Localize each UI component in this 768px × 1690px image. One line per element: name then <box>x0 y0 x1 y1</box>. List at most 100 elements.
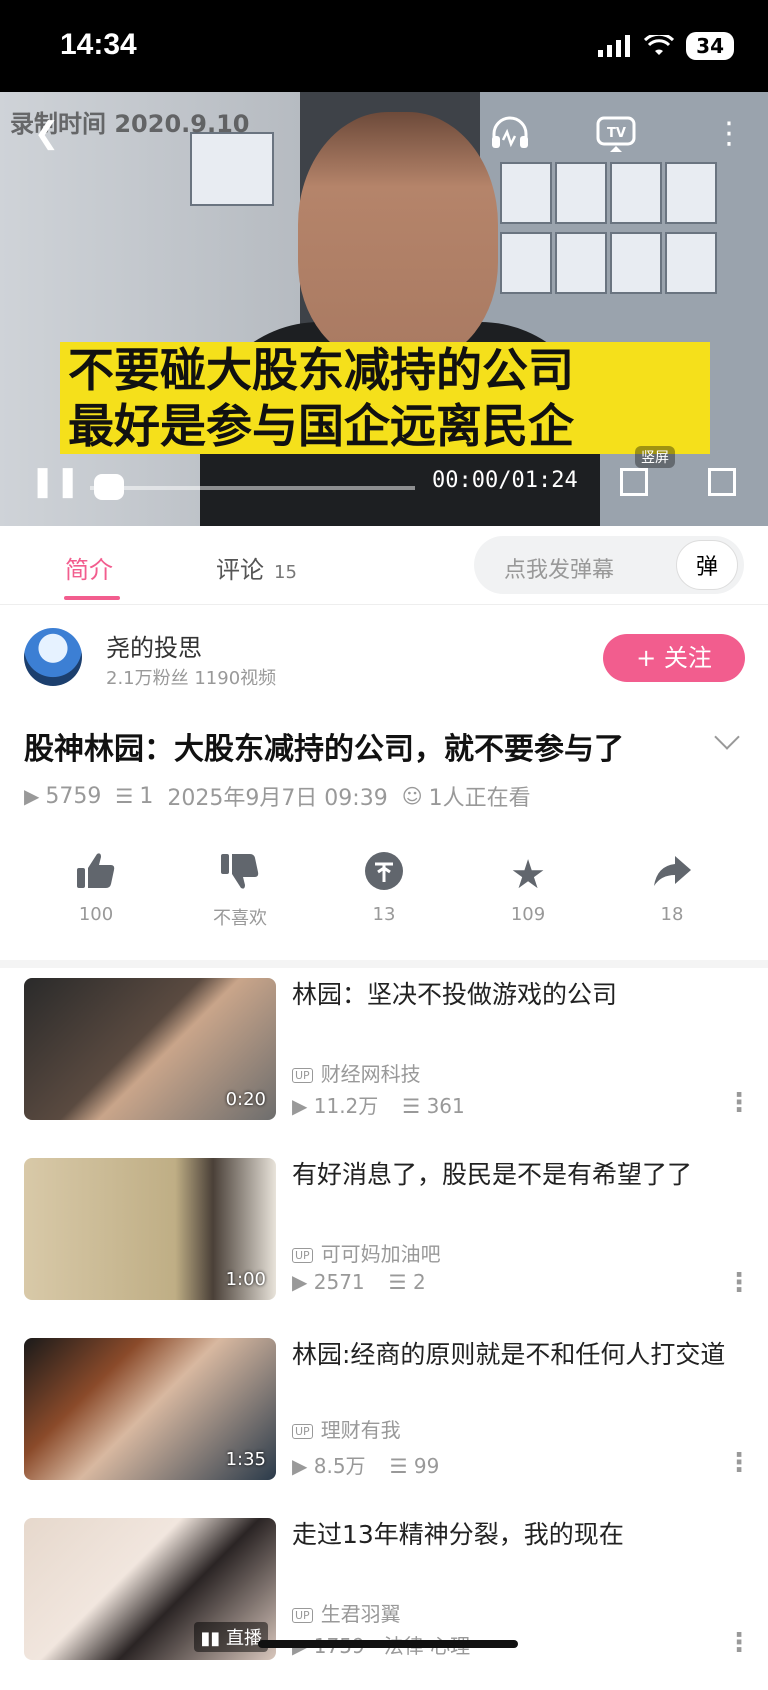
like-button[interactable]: 100 <box>46 850 146 925</box>
rec-stats: ▶ 8.5万 ☰ 99 <box>292 1450 439 1479</box>
tab-intro[interactable]: 简介 <box>65 550 113 585</box>
video-controls: ❚❚ 00:00/01:24 竖屏 <box>0 446 768 526</box>
danmaku-count-icon: ☰ <box>115 784 134 808</box>
play-count-icon: ▶ <box>292 1094 314 1118</box>
wall-photo <box>190 132 274 206</box>
rec-uploader-name: 生君羽翼 <box>320 1602 401 1626</box>
live-badge: ▮▮ 直播 <box>194 1622 268 1652</box>
time-readout: 00:00/01:24 <box>432 468 578 493</box>
rec-uploader-name: 理财有我 <box>320 1418 401 1442</box>
rec-uploader[interactable]: UP 财经网科技 <box>292 1058 421 1087</box>
signal-icon <box>598 35 631 57</box>
danmaku-toggle-button[interactable]: 弹 <box>676 540 738 590</box>
wall-certificate <box>665 162 717 224</box>
video-thumbnail[interactable]: 1:35 <box>24 1338 276 1480</box>
video-thumbnail[interactable]: 1:00 <box>24 1158 276 1300</box>
favorite-button[interactable]: ★ 109 <box>478 850 578 925</box>
wifi-icon <box>644 35 675 55</box>
list-item[interactable]: ▮▮ 直播 走过13年精神分裂，我的现在 UP生君羽翼 ▶ 1759 · 法律·… <box>0 1510 768 1690</box>
rec-stats: ▶ 11.2万 ☰ 361 <box>292 1090 465 1119</box>
chevron-down-icon[interactable] <box>714 724 740 750</box>
danmaku-count-icon: ☰ <box>388 1270 413 1294</box>
list-item[interactable]: 1:00 有好消息了，股民是不是有希望了了 UP 可可妈加油吧 ▶ 2571 ☰ 2… <box>0 1150 768 1330</box>
back-icon[interactable]: ❮ <box>34 116 59 151</box>
rec-danmaku: 99 <box>413 1454 440 1478</box>
progress-knob[interactable] <box>94 474 124 500</box>
uploader-row: 尧的投思 2.1万粉丝 1190视频 + 关注 <box>0 610 768 710</box>
more-vertical-icon[interactable]: ⋮ <box>726 1088 752 1118</box>
action-bar: 100 不喜欢 13 ★ 109 18 <box>0 840 768 968</box>
battery-indicator: 34 <box>686 32 734 60</box>
more-vertical-icon[interactable]: ⋮ <box>726 1628 752 1658</box>
up-tag: UP <box>292 1068 313 1083</box>
video-thumbnail[interactable]: ▮▮ 直播 <box>24 1518 276 1660</box>
view-count: 5759 <box>45 783 102 809</box>
rec-title[interactable]: 林园：坚决不投做游戏的公司 <box>292 978 732 1012</box>
list-item[interactable]: 0:20 林园：坚决不投做游戏的公司 UP 财经网科技 ▶ 11.2万 ☰ 361 … <box>0 970 768 1150</box>
vertical-screen-icon[interactable] <box>620 468 648 496</box>
more-vertical-icon[interactable]: ⋮ <box>714 116 744 151</box>
coin-button[interactable]: 13 <box>334 850 434 925</box>
play-count-icon: ▶ <box>292 1270 314 1294</box>
wall-certificate <box>500 162 552 224</box>
video-player[interactable]: 录制时间 2020.9.10 ❮ TV ⋮ 不要碰大股东减持的公司 最好是参与国… <box>0 92 768 526</box>
follow-button[interactable]: + 关注 <box>603 634 745 682</box>
like-count: 100 <box>78 904 114 925</box>
vertical-screen-label: 竖屏 <box>635 446 675 468</box>
pause-icon[interactable]: ❚❚ <box>30 464 80 499</box>
comment-count: 15 <box>274 562 297 583</box>
rec-title[interactable]: 有好消息了，股民是不是有希望了了 <box>292 1158 732 1192</box>
tab-bar: 简介 评论 15 点我发弹幕 弹 <box>0 526 768 605</box>
wall-certificate <box>555 232 607 294</box>
svg-text:TV: TV <box>607 126 626 141</box>
rec-uploader[interactable]: UP 生君羽翼 <box>292 1598 401 1627</box>
rec-title[interactable]: 走过13年精神分裂，我的现在 <box>292 1518 732 1552</box>
status-time: 14:34 <box>60 28 137 61</box>
share-button[interactable]: 18 <box>622 850 722 925</box>
video-duration: 0:20 <box>225 1089 266 1110</box>
wall-certificate <box>555 162 607 224</box>
avatar[interactable] <box>24 628 82 686</box>
thumbs-up-icon <box>46 850 146 900</box>
uploader-meta: 2.1万粉丝 1190视频 <box>106 668 277 689</box>
more-vertical-icon[interactable]: ⋮ <box>726 1448 752 1478</box>
rec-stats: ▶ 2571 ☰ 2 <box>292 1270 426 1294</box>
list-item[interactable]: 1:35 林园:经商的原则就是不和任何人打交道 UP 理财有我 ▶ 8.5万 ☰ 9… <box>0 1330 768 1510</box>
status-bar: 14:34 34 <box>0 0 768 92</box>
rec-uploader[interactable]: UP 可可妈加油吧 <box>292 1238 441 1267</box>
live-label: 直播 <box>226 1628 262 1649</box>
rec-uploader[interactable]: UP 理财有我 <box>292 1414 401 1443</box>
danmaku-input[interactable]: 点我发弹幕 弹 <box>474 536 744 594</box>
wall-certificate <box>610 162 662 224</box>
danmaku-placeholder: 点我发弹幕 <box>504 558 615 583</box>
video-thumbnail[interactable]: 0:20 <box>24 978 276 1120</box>
up-tag: UP <box>292 1608 313 1623</box>
rec-title[interactable]: 林园:经商的原则就是不和任何人打交道 <box>292 1338 732 1372</box>
danmaku-count-icon: ☰ <box>389 1454 414 1478</box>
dislike-button[interactable]: 不喜欢 <box>190 850 290 930</box>
progress-bar[interactable] <box>90 486 415 490</box>
speaker-head <box>298 112 498 362</box>
rec-danmaku: 2 <box>412 1270 426 1294</box>
status-icons: 34 <box>598 32 734 60</box>
rec-danmaku: 361 <box>426 1094 465 1118</box>
thumbs-down-icon <box>190 850 290 900</box>
rec-views: 2571 <box>313 1270 365 1294</box>
cast-tv-icon[interactable]: TV <box>596 116 636 162</box>
home-indicator[interactable] <box>258 1640 518 1648</box>
live-icon: ▮▮ <box>200 1628 226 1649</box>
play-count-icon: ▶ <box>24 784 40 808</box>
video-stats: ▶ 5759 ☰ 1 2025年9月7日 09:39 ☺ 1人正在看 <box>24 780 531 812</box>
share-count: 18 <box>660 904 684 925</box>
burned-in-subtitle: 不要碰大股东减持的公司 最好是参与国企远离民企 <box>60 342 710 454</box>
more-vertical-icon[interactable]: ⋮ <box>726 1268 752 1298</box>
dislike-label: 不喜欢 <box>213 908 267 929</box>
wall-certificate <box>610 232 662 294</box>
wall-certificate <box>500 232 552 294</box>
tab-comments[interactable]: 评论 15 <box>216 550 297 585</box>
fullscreen-icon[interactable] <box>708 468 736 496</box>
uploader-name[interactable]: 尧的投思 <box>106 628 202 663</box>
star-icon: ★ <box>510 852 546 898</box>
play-count-icon: ▶ <box>292 1454 314 1478</box>
audio-mode-icon[interactable] <box>490 116 530 160</box>
